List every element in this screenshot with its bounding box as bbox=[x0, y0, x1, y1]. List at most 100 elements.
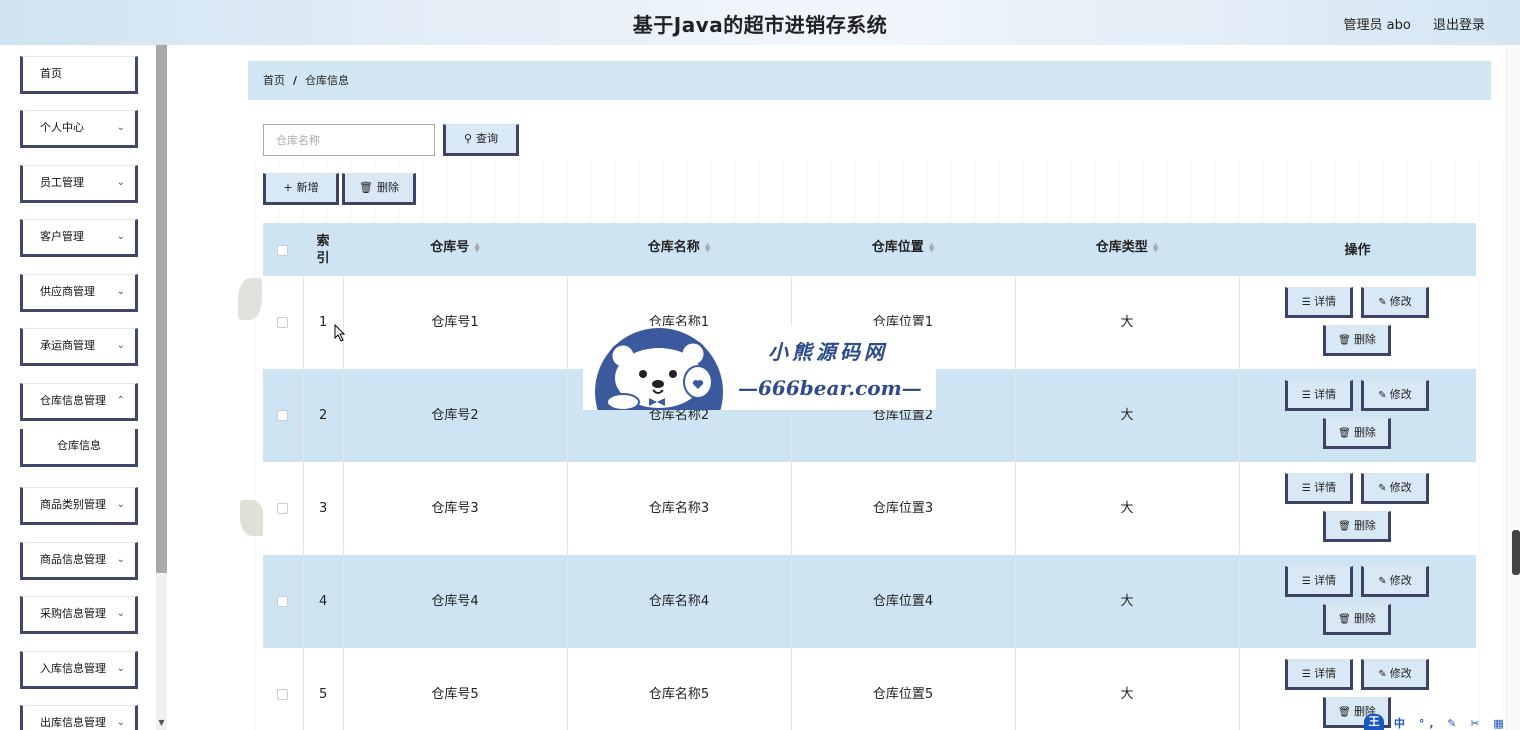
row-location: 仓库位置4 bbox=[872, 594, 934, 609]
sidebar-item-carriers[interactable]: 承运商管理 ⌄ bbox=[20, 328, 138, 366]
breadcrumb-current: 仓库信息 bbox=[305, 74, 350, 87]
row-checkbox[interactable] bbox=[277, 410, 288, 421]
row-checkbox[interactable] bbox=[277, 503, 288, 514]
column-divider bbox=[1239, 369, 1240, 462]
warehouse-name-search-input[interactable] bbox=[263, 124, 435, 156]
batch-delete-button[interactable]: 🗑 删除 bbox=[342, 173, 416, 205]
row-index: 4 bbox=[319, 594, 328, 609]
detail-button-label: 详情 bbox=[1314, 667, 1337, 680]
document-icon: ☰ bbox=[1301, 390, 1315, 401]
sidebar-item-purchases[interactable]: 采购信息管理 ⌄ bbox=[20, 596, 138, 634]
edit-button[interactable]: ✎ 修改 bbox=[1361, 380, 1429, 411]
row-name: 仓库名称5 bbox=[648, 687, 710, 702]
row-index: 1 bbox=[319, 315, 328, 330]
delete-button[interactable]: 🗑 删除 bbox=[1323, 604, 1391, 635]
row-checkbox[interactable] bbox=[277, 689, 288, 700]
row-code: 仓库号2 bbox=[431, 408, 479, 423]
main-scrollbar[interactable] bbox=[1506, 45, 1520, 730]
chevron-down-icon: ⌄ bbox=[116, 554, 125, 565]
sidebar-item-suppliers[interactable]: 供应商管理 ⌄ bbox=[20, 274, 138, 312]
row-checkbox[interactable] bbox=[277, 317, 288, 328]
row-name: 仓库名称3 bbox=[648, 501, 710, 516]
sidebar-item-personal-center[interactable]: 个人中心 ⌄ bbox=[20, 110, 138, 148]
logout-link[interactable]: 退出登录 bbox=[1433, 18, 1485, 33]
detail-button[interactable]: ☰ 详情 bbox=[1285, 380, 1353, 411]
sort-icon[interactable]: ▲ ▼ bbox=[1153, 241, 1158, 253]
sidebar-item-warehouse-management[interactable]: 仓库信息管理 ⌃ bbox=[20, 383, 138, 421]
sidebar-item-label: 商品类别管理 bbox=[40, 498, 106, 511]
row-index: 2 bbox=[319, 408, 328, 423]
column-header-type-label: 仓库类型 bbox=[1095, 240, 1148, 255]
delete-button[interactable]: 🗑 删除 bbox=[1323, 511, 1391, 542]
top-header: 基于Java的超市进销存系统 管理员 abo 退出登录 bbox=[0, 0, 1520, 45]
sidebar-item-outbound[interactable]: 出库信息管理 ⌄ bbox=[20, 705, 138, 730]
column-header-type[interactable]: 仓库类型 ▲ ▼ bbox=[1015, 223, 1239, 276]
delete-button-label: 删除 bbox=[1353, 426, 1376, 439]
detail-button[interactable]: ☰ 详情 bbox=[1285, 566, 1353, 597]
column-header-name[interactable]: 仓库名称 ▲ ▼ bbox=[567, 223, 791, 276]
sidebar-item-products[interactable]: 商品信息管理 ⌄ bbox=[20, 542, 138, 580]
sort-icon[interactable]: ▲ ▼ bbox=[705, 241, 710, 253]
chevron-up-icon: ⌃ bbox=[116, 395, 125, 406]
edit-button-label: 修改 bbox=[1389, 667, 1412, 680]
sidebar-item-inbound[interactable]: 入库信息管理 ⌄ bbox=[20, 651, 138, 689]
pencil-icon: ✎ bbox=[1378, 390, 1390, 401]
sidebar-item-home[interactable]: 首页 bbox=[20, 56, 138, 94]
ime-glyphs[interactable]: 中 °, ✎ ✂ ▦ ⚙ bbox=[1394, 715, 1520, 730]
select-all-checkbox[interactable] bbox=[277, 245, 288, 256]
edit-button[interactable]: ✎ 修改 bbox=[1361, 473, 1429, 504]
document-icon: ☰ bbox=[1301, 297, 1315, 308]
chevron-down-icon: ⌄ bbox=[116, 177, 125, 188]
trash-icon: 🗑 bbox=[359, 181, 373, 194]
sidebar-item-product-categories[interactable]: 商品类别管理 ⌄ bbox=[20, 487, 138, 525]
main-scrollbar-thumb[interactable] bbox=[1512, 530, 1520, 575]
scroll-down-arrow-icon[interactable]: ▼ bbox=[156, 718, 167, 730]
row-checkbox[interactable] bbox=[277, 596, 288, 607]
edit-button[interactable]: ✎ 修改 bbox=[1361, 287, 1429, 318]
column-header-location-label: 仓库位置 bbox=[871, 240, 924, 255]
edit-button[interactable]: ✎ 修改 bbox=[1361, 659, 1429, 690]
detail-button[interactable]: ☰ 详情 bbox=[1285, 287, 1353, 318]
column-header-code[interactable]: 仓库号 ▲ ▼ bbox=[343, 223, 567, 276]
detail-button[interactable]: ☰ 详情 bbox=[1285, 473, 1353, 504]
sidebar-subitem-warehouse-info[interactable]: 仓库信息 bbox=[20, 429, 138, 467]
sidebar-item-employees[interactable]: 员工管理 ⌄ bbox=[20, 165, 138, 203]
sidebar-scrollbar-thumb[interactable] bbox=[156, 45, 167, 573]
pencil-icon: ✎ bbox=[1378, 483, 1390, 494]
column-header-location[interactable]: 仓库位置 ▲ ▼ bbox=[791, 223, 1015, 276]
add-button-label: 新增 bbox=[296, 181, 319, 194]
search-button[interactable]: ⚲ 查询 bbox=[443, 124, 519, 156]
trash-icon: 🗑 bbox=[1338, 335, 1354, 346]
detail-button-label: 详情 bbox=[1314, 295, 1337, 308]
detail-button-label: 详情 bbox=[1314, 481, 1337, 494]
column-header-name-label: 仓库名称 bbox=[647, 240, 700, 255]
row-code: 仓库号1 bbox=[431, 315, 479, 330]
sort-icon[interactable]: ▲ ▼ bbox=[474, 241, 479, 253]
sort-icon[interactable]: ▲ ▼ bbox=[929, 241, 934, 253]
sidebar-item-label: 员工管理 bbox=[40, 176, 84, 189]
delete-button[interactable]: 🗑 删除 bbox=[1323, 325, 1391, 356]
edit-button[interactable]: ✎ 修改 bbox=[1361, 566, 1429, 597]
sidebar-subitem-label: 仓库信息 bbox=[57, 439, 101, 452]
column-header-actions: 操作 bbox=[1239, 223, 1476, 276]
row-type: 大 bbox=[1120, 594, 1134, 609]
add-button[interactable]: + 新增 bbox=[263, 173, 339, 205]
row-code: 仓库号3 bbox=[431, 501, 479, 516]
ime-toolbar[interactable]: 王 中 °, ✎ ✂ ▦ ⚙ bbox=[1364, 714, 1520, 730]
edit-button-label: 修改 bbox=[1389, 481, 1412, 494]
trash-icon: 🗑 bbox=[1338, 707, 1354, 718]
column-header-index: 索引 bbox=[303, 223, 343, 276]
sidebar-item-label: 供应商管理 bbox=[40, 285, 95, 298]
detail-button[interactable]: ☰ 详情 bbox=[1285, 659, 1353, 690]
sidebar-item-label: 仓库信息管理 bbox=[40, 394, 106, 407]
breadcrumb-home[interactable]: 首页 bbox=[263, 74, 285, 87]
chevron-down-icon: ⌄ bbox=[116, 608, 125, 619]
plus-icon: + bbox=[283, 181, 293, 194]
chevron-down-icon: ⌄ bbox=[116, 231, 125, 242]
row-location: 仓库位置5 bbox=[872, 687, 934, 702]
ime-badge[interactable]: 王 bbox=[1364, 714, 1384, 730]
delete-button[interactable]: 🗑 删除 bbox=[1323, 418, 1391, 449]
chevron-down-icon: ⌄ bbox=[116, 122, 125, 133]
sidebar-item-customers[interactable]: 客户管理 ⌄ bbox=[20, 219, 138, 257]
row-index: 3 bbox=[319, 501, 328, 516]
